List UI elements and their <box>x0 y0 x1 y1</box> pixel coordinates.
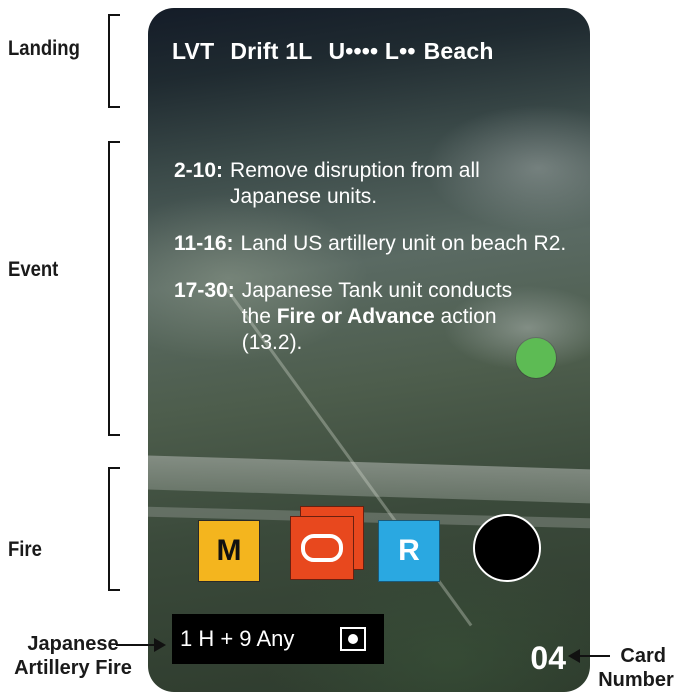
stadium-icon <box>301 534 343 562</box>
callout-line: Artillery Fire <box>14 657 132 679</box>
card-number-arrow <box>580 655 610 657</box>
fire-row: M R <box>148 506 590 606</box>
event-range: 11-16: <box>174 232 234 255</box>
event-text: Remove disruption from all Japanese unit… <box>230 159 480 208</box>
event-item: 11-16: Land US artillery unit on beach R… <box>174 231 579 257</box>
fire-chip-m: M <box>198 520 260 582</box>
fire-chip-stadium <box>290 516 354 580</box>
event-text: Land US artillery unit on beach R2. <box>240 232 567 255</box>
black-marker-icon <box>473 514 541 582</box>
event-bracket <box>108 141 122 436</box>
landing-header: LVT Drift 1L U•••• L•• Beach <box>172 38 494 65</box>
card-number-callout: Card Number <box>592 644 680 692</box>
landing-bracket <box>108 14 122 108</box>
fire-chip-r: R <box>378 520 440 582</box>
event-list: 2-10: Remove disruption from all Japanes… <box>174 158 579 377</box>
event-range: 2-10: <box>174 159 224 182</box>
japanese-artillery-fire-arrow <box>116 644 154 646</box>
card-number: 04 <box>530 640 566 676</box>
japanese-artillery-fire-value: 1 H + 9 Any <box>180 626 295 651</box>
drift-value: Drift 1L <box>230 38 313 64</box>
fire-label: Fire <box>8 538 42 561</box>
fire-bracket <box>108 467 122 591</box>
event-range: 17-30: <box>174 279 235 302</box>
event-item: 2-10: Remove disruption from all Japanes… <box>174 158 579 210</box>
landing-type: LVT <box>172 38 215 64</box>
event-item: 17-30: Japanese Tank unit conducts the F… <box>174 278 579 356</box>
card-number-arrowhead <box>568 649 580 663</box>
japanese-artillery-fire-box: 1 H + 9 Any <box>172 614 384 664</box>
target-icon <box>340 627 366 651</box>
event-label: Event <box>8 258 59 281</box>
event-card: LVT Drift 1L U•••• L•• Beach 2-10: Remov… <box>148 8 590 692</box>
japanese-artillery-fire-arrowhead <box>154 638 166 652</box>
callout-line: Number <box>598 669 674 691</box>
beach-word: Beach <box>423 38 494 64</box>
green-marker-icon <box>516 338 556 378</box>
event-text-bold: Fire or Advance <box>276 305 435 328</box>
beach-marks: U•••• L•• <box>328 38 416 64</box>
japanese-artillery-fire-callout: Japanese Artillery Fire <box>4 632 142 680</box>
landing-label: Landing <box>8 37 80 60</box>
